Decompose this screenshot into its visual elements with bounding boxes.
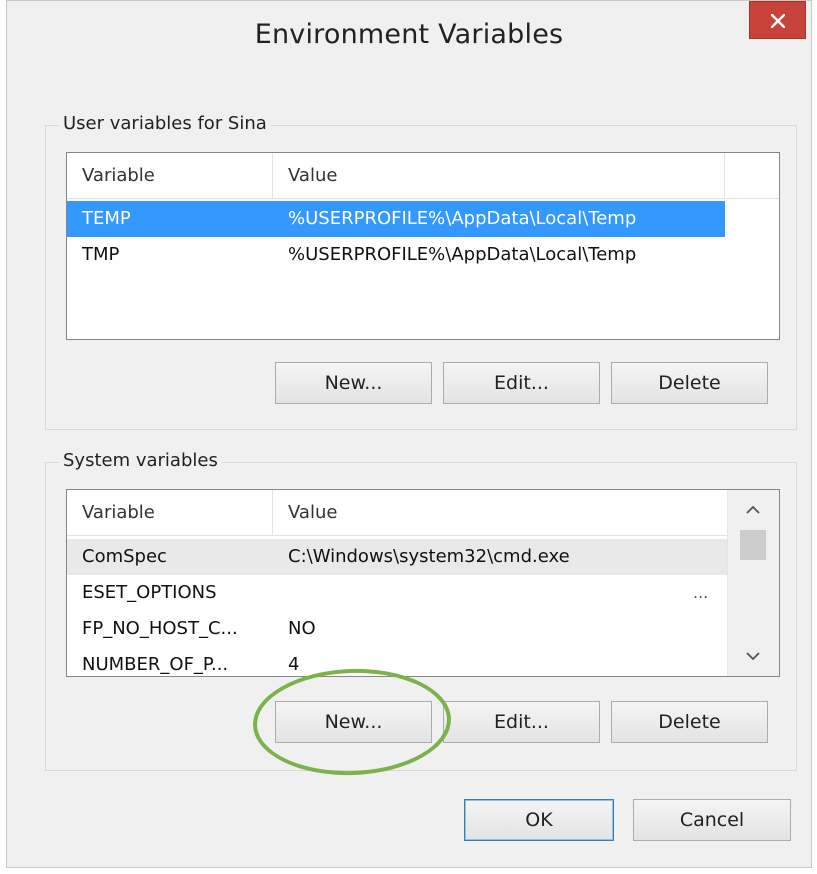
system-variable-row-number-of-processors[interactable]: NUMBER_OF_P... 4	[67, 647, 727, 676]
chevron-down-icon[interactable]	[738, 642, 768, 672]
dialog-title: Environment Variables	[254, 19, 564, 50]
title-bar: Environment Variables	[7, 1, 811, 81]
user-variable-row-tmp[interactable]: TMP %USERPROFILE%\AppData\Local\Temp	[67, 237, 725, 273]
system-variables-header: Variable Value	[67, 490, 727, 536]
ok-button[interactable]: OK	[464, 799, 614, 841]
user-delete-button[interactable]: Delete	[611, 362, 768, 404]
variable-name-cell: FP_NO_HOST_C...	[82, 618, 238, 639]
user-variables-list[interactable]: Variable Value TEMP %USERPROFILE%\AppDat…	[66, 152, 780, 340]
system-variables-scrollbar[interactable]	[727, 490, 779, 676]
close-button[interactable]	[749, 1, 806, 39]
column-header-value[interactable]: Value	[273, 490, 727, 535]
variable-value-cell: NO	[288, 618, 316, 639]
variable-value-cell: C:\Windows\system32\cmd.exe	[288, 546, 570, 567]
column-header-variable[interactable]: Variable	[67, 153, 273, 198]
user-variable-row-temp[interactable]: TEMP %USERPROFILE%\AppData\Local\Temp	[67, 201, 725, 237]
user-variables-group-label: User variables for Sina	[59, 113, 271, 134]
system-delete-button[interactable]: Delete	[611, 701, 768, 743]
variable-name-cell: ComSpec	[82, 546, 167, 567]
variable-value-cell	[273, 575, 673, 611]
system-variables-group-label: System variables	[59, 450, 222, 471]
cancel-button[interactable]: Cancel	[633, 799, 791, 841]
variable-value-cell: 4	[288, 654, 300, 675]
environment-variables-dialog: Environment Variables User variables for…	[6, 0, 812, 868]
column-header-value[interactable]: Value	[273, 153, 725, 198]
system-variables-list[interactable]: Variable Value ComSpec C:\Windows\system…	[66, 489, 780, 677]
column-header-variable[interactable]: Variable	[67, 490, 273, 535]
variable-name-cell: TMP	[82, 244, 120, 265]
close-icon	[771, 14, 785, 28]
variable-name-cell: NUMBER_OF_P...	[82, 654, 229, 675]
user-edit-button[interactable]: Edit...	[443, 362, 600, 404]
system-variable-row-fp-no-host[interactable]: FP_NO_HOST_C... NO	[67, 611, 727, 647]
variable-name-cell: TEMP	[82, 208, 131, 229]
variable-value-cell: %USERPROFILE%\AppData\Local\Temp	[288, 208, 637, 229]
user-new-button[interactable]: New...	[275, 362, 432, 404]
system-new-button[interactable]: New...	[275, 701, 432, 743]
truncated-value-ellipsis: ...	[693, 583, 709, 602]
variable-name-cell: ESET_OPTIONS	[82, 582, 217, 603]
user-variables-header: Variable Value	[67, 153, 779, 199]
system-variable-row-eset-options[interactable]: ESET_OPTIONS ...	[67, 575, 727, 611]
scrollbar-thumb[interactable]	[740, 530, 766, 560]
variable-value-cell: %USERPROFILE%\AppData\Local\Temp	[288, 244, 637, 265]
chevron-up-icon[interactable]	[738, 496, 768, 526]
system-edit-button[interactable]: Edit...	[443, 701, 600, 743]
system-variable-row-comspec[interactable]: ComSpec C:\Windows\system32\cmd.exe	[67, 539, 727, 575]
